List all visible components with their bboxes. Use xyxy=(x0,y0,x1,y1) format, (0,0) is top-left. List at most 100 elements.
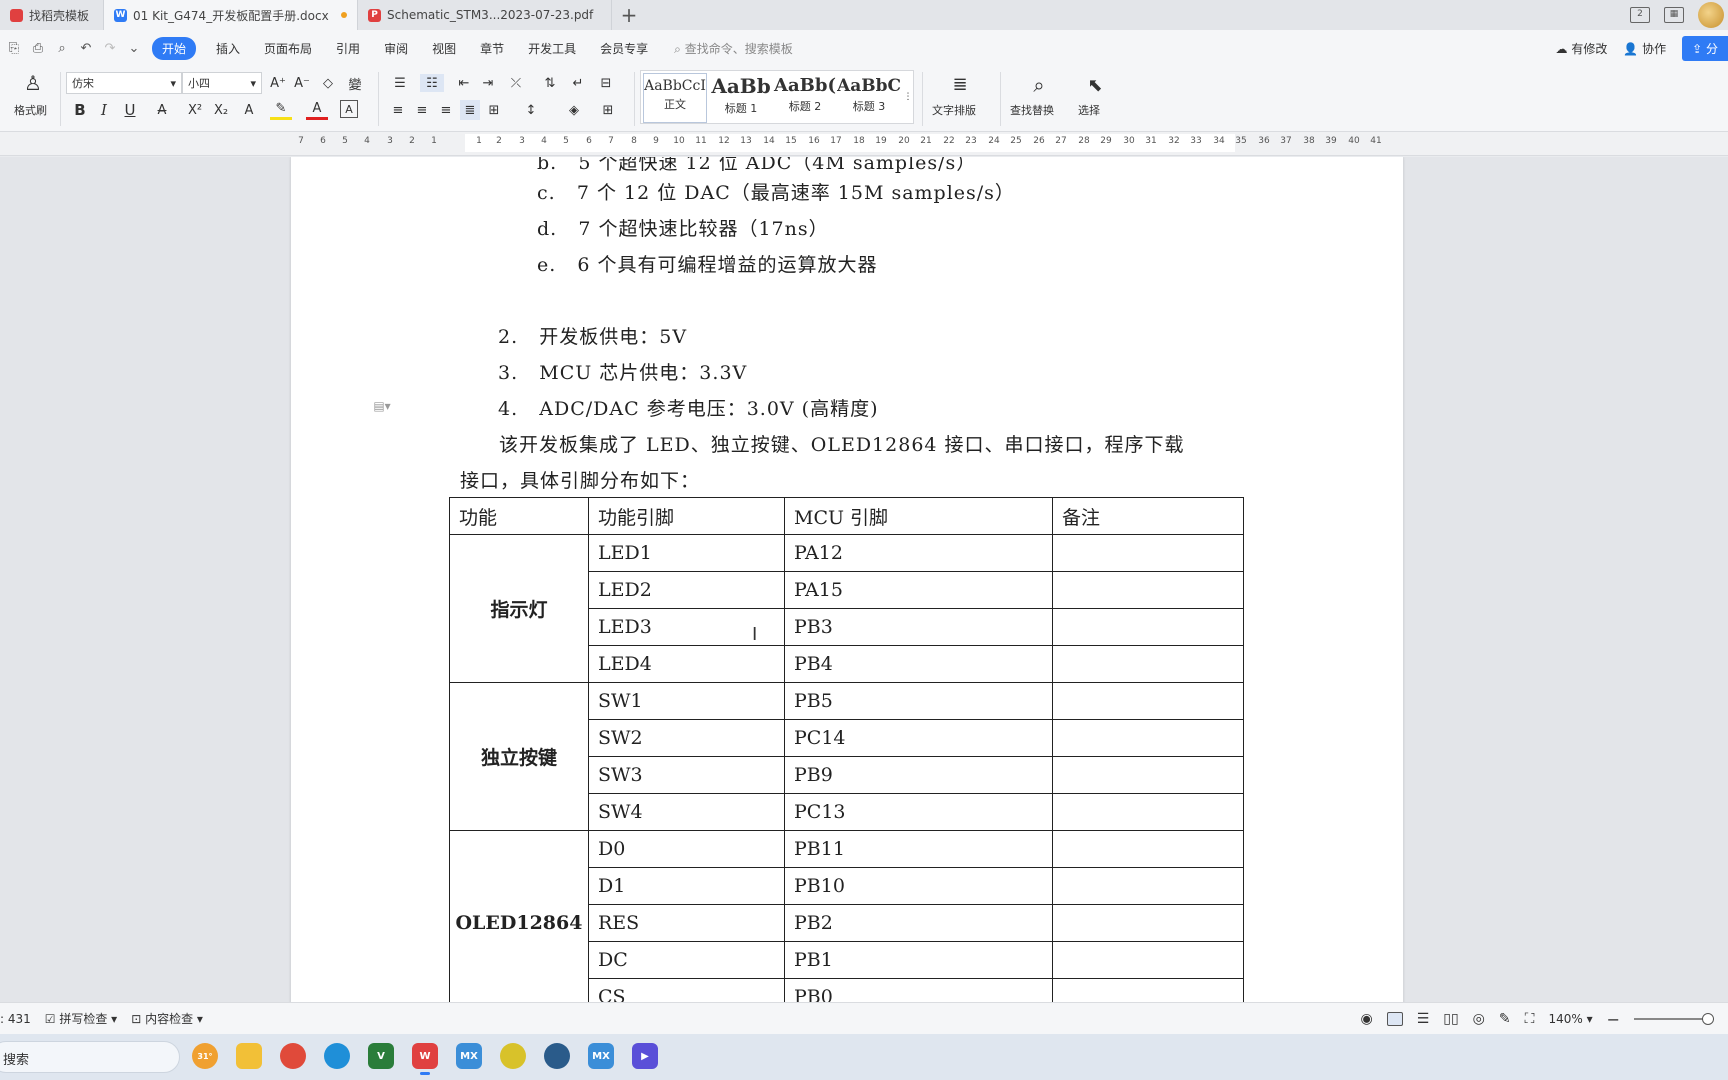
group-name-cell[interactable]: 独立按键 xyxy=(449,682,589,831)
zoom-level[interactable]: 140% ▾ xyxy=(1548,1012,1592,1026)
function-pin-cell[interactable]: SW2 xyxy=(588,719,785,757)
table-header-cell[interactable]: MCU 引脚 xyxy=(784,497,1053,535)
text-effect-icon[interactable]: A xyxy=(238,100,260,120)
mx-app-2-icon[interactable]: MX xyxy=(588,1043,614,1069)
weather-icon[interactable]: 31° xyxy=(192,1043,218,1069)
highlight-icon[interactable]: ✎ xyxy=(270,100,292,120)
function-pin-cell[interactable]: SW4 xyxy=(588,793,785,831)
menu-page-layout[interactable]: 页面布局 xyxy=(264,40,312,57)
paragraph-mark-icon[interactable]: ↵ xyxy=(566,74,590,92)
web-view-icon[interactable]: ◎ xyxy=(1473,1011,1485,1027)
chrome-icon[interactable] xyxy=(280,1043,306,1069)
group-name-cell[interactable]: 指示灯 xyxy=(449,534,589,683)
tab-docx[interactable]: W 01 Kit_G474_开发板配置手册.docx xyxy=(104,0,358,30)
numbered-list-icon[interactable]: ☷ xyxy=(420,74,444,92)
note-cell[interactable] xyxy=(1052,645,1244,683)
zoom-slider[interactable] xyxy=(1634,1013,1714,1025)
note-cell[interactable] xyxy=(1052,756,1244,794)
mcu-pin-cell[interactable]: PB4 xyxy=(784,645,1053,683)
group-name-cell[interactable]: OLED12864 xyxy=(449,830,589,1002)
tab-stop-icon[interactable]: ⊟ xyxy=(596,74,616,92)
numbered-item[interactable]: 4. ADC/DAC 参考电压：3.0V (高精度) xyxy=(498,394,879,421)
distribute-icon[interactable]: ⊞ xyxy=(484,100,504,120)
list-item[interactable]: e. 6 个具有可编程增益的运算放大器 xyxy=(537,250,878,277)
font-color-icon[interactable]: A xyxy=(306,100,328,120)
mcu-pin-cell[interactable]: PB11 xyxy=(784,830,1053,868)
line-spacing-icon[interactable]: ↕ xyxy=(518,100,544,120)
find-replace-label[interactable]: 查找替换 xyxy=(1010,102,1054,118)
body-paragraph-line[interactable]: 该开发板集成了 LED、独立按键、OLED12864 接口、串口接口，程序下载 xyxy=(499,430,1185,457)
mcu-pin-cell[interactable]: PB9 xyxy=(784,756,1053,794)
mcu-pin-cell[interactable]: PB10 xyxy=(784,867,1053,905)
yellow-app-icon[interactable] xyxy=(500,1043,526,1069)
function-pin-cell[interactable]: LED4 xyxy=(588,645,785,683)
italic-icon[interactable]: I xyxy=(94,100,114,120)
edge-icon[interactable] xyxy=(324,1043,350,1069)
note-cell[interactable] xyxy=(1052,941,1244,979)
note-cell[interactable] xyxy=(1052,608,1244,646)
menu-references[interactable]: 引用 xyxy=(336,40,360,57)
note-cell[interactable] xyxy=(1052,830,1244,868)
subscript-icon[interactable]: X₂ xyxy=(210,100,232,120)
tab-pdf[interactable]: P Schematic_STM3...2023-07-23.pdf xyxy=(358,0,612,30)
video-app-icon[interactable]: ▶ xyxy=(632,1043,658,1069)
spell-check-toggle[interactable]: ☑ 拼写检查 ▾ xyxy=(45,1010,117,1027)
chinese-layout-icon[interactable]: ⤫ xyxy=(504,74,528,92)
content-check-toggle[interactable]: ⊡ 内容检查 ▾ xyxy=(131,1010,203,1027)
menu-review[interactable]: 审阅 xyxy=(384,40,408,57)
mcu-pin-cell[interactable]: PA12 xyxy=(784,534,1053,572)
text-layout-icon[interactable]: ≣ xyxy=(948,72,972,96)
list-item[interactable]: d. 7 个超快速比较器（17ns） xyxy=(537,214,829,241)
taskbar-search[interactable]: 搜索 xyxy=(0,1041,180,1073)
table-header-cell[interactable]: 功能 xyxy=(449,497,589,535)
find-replace-icon[interactable]: ⌕ xyxy=(1026,72,1052,98)
note-cell[interactable] xyxy=(1052,534,1244,572)
mcu-pin-cell[interactable]: PB3 xyxy=(784,608,1053,646)
outline-view-icon[interactable]: ☰ xyxy=(1417,1011,1430,1027)
menu-home[interactable]: 开始 xyxy=(152,36,197,60)
font-name-select[interactable]: 仿宋 ▾ xyxy=(66,72,182,94)
tab-template[interactable]: 找稻壳模板 xyxy=(0,0,104,30)
document-page[interactable]: b. 5 个超快速 12 位 ADC（4M samples/s） c. 7 个 … xyxy=(291,157,1403,1002)
list-item[interactable]: b. 5 个超快速 12 位 ADC（4M samples/s） xyxy=(537,157,976,175)
note-cell[interactable] xyxy=(1052,978,1244,1002)
mcu-pin-cell[interactable]: PA15 xyxy=(784,571,1053,609)
note-cell[interactable] xyxy=(1052,867,1244,905)
layout-toggle-icon[interactable]: 2 xyxy=(1630,7,1650,23)
note-cell[interactable] xyxy=(1052,719,1244,757)
eye-protection-icon[interactable]: ◉ xyxy=(1360,1011,1372,1027)
function-pin-cell[interactable]: CS xyxy=(588,978,785,1002)
zoom-knob[interactable] xyxy=(1702,1013,1714,1025)
menu-insert[interactable]: 插入 xyxy=(216,40,240,57)
function-pin-cell[interactable]: RES xyxy=(588,904,785,942)
mcu-pin-cell[interactable]: PC13 xyxy=(784,793,1053,831)
gallery-scroll-icon[interactable]: ⋮ xyxy=(903,73,913,121)
print-preview-icon[interactable]: ⌕ xyxy=(52,38,72,58)
shrink-font-icon[interactable]: A⁻ xyxy=(292,74,312,92)
horizontal-ruler[interactable]: 7 6 5 4 3 2 1 1 2 3 4 5 6 7 8 9 10 11 12 13 14 15 16 17 18 19 20 21… xyxy=(0,132,1728,156)
select-cursor-icon[interactable]: ⬉ xyxy=(1084,72,1106,98)
font-size-select[interactable]: 小四 ▾ xyxy=(182,72,262,94)
numbered-item[interactable]: 3. MCU 芯片供电：3.3V xyxy=(498,358,747,385)
style-normal[interactable]: AaBbCcI 正文 xyxy=(643,73,707,123)
spreadsheet-app-icon[interactable]: V xyxy=(368,1043,394,1069)
paragraph-layout-icon[interactable]: ▤▾ xyxy=(371,397,393,415)
file-explorer-icon[interactable] xyxy=(236,1043,262,1069)
list-item[interactable]: c. 7 个 12 位 DAC（最高速率 15M samples/s） xyxy=(537,178,1015,205)
increase-indent-icon[interactable]: ⇥ xyxy=(478,74,498,92)
style-heading-2[interactable]: AaBb( 标题 2 xyxy=(773,73,837,123)
share-button[interactable]: ⇪ 分 xyxy=(1682,35,1728,61)
phonetic-icon[interactable]: 變 xyxy=(342,74,368,93)
function-pin-cell[interactable]: D0 xyxy=(588,830,785,868)
new-tab-button[interactable]: + xyxy=(612,0,646,30)
page-view-icon[interactable] xyxy=(1386,1012,1403,1026)
pin-table[interactable]: 功能 功能引脚 MCU 引脚 备注 指示灯 LED1 PA12 LED2 PA15 LED3 PB3… xyxy=(449,497,1244,1002)
style-heading-1[interactable]: AaBb 标题 1 xyxy=(709,73,773,123)
function-pin-cell[interactable]: DC xyxy=(588,941,785,979)
modified-status[interactable]: ☁ 有修改 xyxy=(1555,40,1607,57)
align-right-icon[interactable]: ≡ xyxy=(436,100,456,120)
note-cell[interactable] xyxy=(1052,793,1244,831)
char-border-icon[interactable]: A xyxy=(340,100,358,118)
document-canvas[interactable]: b. 5 个超快速 12 位 ADC（4M samples/s） c. 7 个 … xyxy=(0,157,1728,1002)
align-justify-icon[interactable]: ≣ xyxy=(460,100,480,120)
